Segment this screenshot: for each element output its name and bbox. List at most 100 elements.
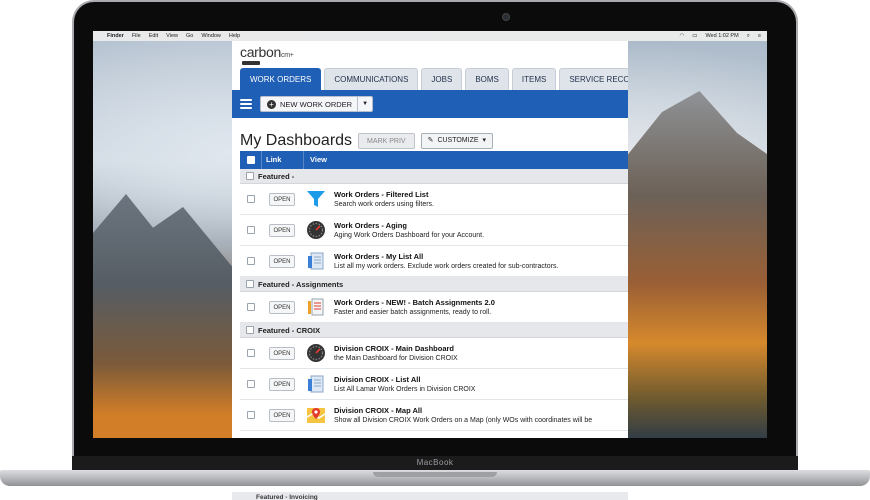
row-description: List All Lamar Work Orders in Division C… (334, 386, 476, 393)
search-icon[interactable]: ⌕ (747, 33, 750, 40)
table-row: OPEN Division CROIX - List All List All … (240, 369, 628, 400)
wifi-icon[interactable]: ◠ (679, 33, 684, 39)
customize-label: CUSTOMIZE (437, 137, 479, 144)
table-row: OPEN Division CROIX - Map All Show all D… (240, 400, 628, 431)
app-window: carboncm+ WORK ORDERS COMMUNICATIONS JOB… (232, 41, 628, 438)
row-link-cell: OPEN (261, 254, 303, 268)
row-title[interactable]: Work Orders - Filtered List (334, 190, 628, 199)
wallpaper-mountain-left (93, 194, 243, 438)
menubar-clock[interactable]: Wed 1:02 PM (705, 33, 738, 39)
tab-work-orders[interactable]: WORK ORDERS (240, 68, 322, 90)
tab-communications[interactable]: COMMUNICATIONS (324, 68, 419, 90)
group-title: Featured - (258, 171, 295, 181)
row-description: Faster and easier batch assignments, rea… (334, 309, 492, 316)
row-select-cell (240, 226, 261, 234)
main-tabs: WORK ORDERS COMMUNICATIONS JOBS BOMS ITE… (240, 68, 628, 90)
laptop-notch (373, 472, 497, 477)
table-row: OPEN Division CROIX - Main Dashboard the… (240, 338, 628, 369)
camera-icon (502, 13, 510, 21)
row-content: Division CROIX - Main Dashboard the Main… (334, 344, 628, 362)
group-checkbox[interactable] (246, 280, 254, 288)
tab-items[interactable]: ITEMS (511, 68, 557, 90)
device-brand-label: MacBook (416, 458, 454, 467)
group-header: Featured - Assignments (240, 277, 628, 292)
open-button[interactable]: OPEN (269, 300, 295, 314)
list-icon[interactable]: ≡ (758, 33, 761, 39)
row-select-cell (240, 303, 261, 311)
row-content: Work Orders - Aging Aging Work Orders Da… (334, 221, 628, 239)
chevron-down-icon[interactable]: ▼ (357, 97, 372, 111)
app-logo[interactable]: carboncm+ (240, 44, 294, 60)
table-row: OPEN Work Orders - Filtered List Search … (240, 184, 628, 215)
row-content: Work Orders - NEW! - Batch Assignments 2… (334, 298, 628, 316)
open-button[interactable]: OPEN (269, 192, 295, 206)
group-header: Featured - (240, 169, 628, 184)
logo-badge-icon (242, 61, 260, 65)
row-content: Division CROIX - Map All Show all Divisi… (334, 406, 628, 424)
filter-icon (303, 189, 329, 209)
row-checkbox[interactable] (246, 380, 255, 388)
table-row: OPEN Work Orders - NEW! - Batch Assignme… (240, 292, 628, 323)
row-select-cell (240, 195, 261, 203)
list-icon (303, 374, 329, 394)
row-checkbox[interactable] (246, 226, 255, 234)
menu-edit[interactable]: Edit (149, 33, 158, 39)
mark-priv-button[interactable]: MARK PRIV (358, 133, 415, 149)
row-checkbox[interactable] (246, 257, 255, 265)
row-title[interactable]: Work Orders - NEW! - Batch Assignments 2… (334, 298, 628, 307)
row-title[interactable]: Work Orders - My List All (334, 252, 628, 261)
page-title: My Dashboards (240, 132, 353, 149)
table-header: Link View (240, 151, 628, 169)
row-checkbox[interactable] (246, 303, 255, 311)
row-title[interactable]: Division CROIX - Main Dashboard (334, 344, 628, 353)
row-description: List all my work orders. Exclude work or… (334, 263, 559, 270)
menu-window[interactable]: Window (201, 33, 221, 39)
row-checkbox[interactable] (246, 349, 255, 357)
row-title[interactable]: Work Orders - Aging (334, 221, 628, 230)
customize-button[interactable]: ✎ CUSTOMIZE ▾ (420, 133, 494, 149)
group-checkbox[interactable] (246, 326, 254, 334)
tab-service-records[interactable]: SERVICE RECORDS (559, 68, 628, 90)
menu-help[interactable]: Help (229, 33, 240, 39)
mac-menubar: Finder File Edit View Go Window Help ◠ ▭… (93, 31, 767, 41)
column-header-view[interactable]: View (303, 151, 628, 169)
row-link-cell: OPEN (261, 346, 303, 360)
open-button[interactable]: OPEN (269, 346, 295, 360)
logo-suffix: cm+ (281, 52, 294, 59)
menu-go[interactable]: Go (186, 33, 193, 39)
tab-boms[interactable]: BOMS (465, 68, 509, 90)
row-link-cell: OPEN (261, 300, 303, 314)
open-button[interactable]: OPEN (269, 223, 295, 237)
new-work-order-button[interactable]: + NEW WORK ORDER ▼ (260, 96, 374, 112)
row-content: Division CROIX - List All List All Lamar… (334, 375, 628, 393)
row-content: Work Orders - My List All List all my wo… (334, 252, 628, 270)
open-button[interactable]: OPEN (269, 408, 295, 422)
list-icon (303, 251, 329, 271)
menu-view[interactable]: View (166, 33, 178, 39)
battery-icon[interactable]: ▭ (692, 33, 697, 39)
hamburger-menu-icon[interactable] (240, 99, 252, 109)
row-checkbox[interactable] (246, 411, 255, 419)
row-checkbox[interactable] (246, 195, 255, 203)
column-header-link[interactable]: Link (261, 151, 303, 169)
caret-down-icon: ▾ (482, 137, 487, 144)
row-link-cell: OPEN (261, 192, 303, 206)
menu-finder[interactable]: Finder (107, 33, 124, 39)
table-row: OPEN Work Orders - My List All List all … (240, 246, 628, 277)
open-button[interactable]: OPEN (269, 377, 295, 391)
open-button[interactable]: OPEN (269, 254, 295, 268)
dashboard-title-row: My Dashboards MARK PRIV ✎ CUSTOMIZE ▾ (240, 132, 494, 150)
row-select-cell (240, 349, 261, 357)
group-checkbox[interactable] (246, 172, 254, 180)
plus-icon: + (267, 99, 276, 109)
select-all-cell (240, 156, 261, 164)
row-title[interactable]: Division CROIX - List All (334, 375, 628, 384)
select-all-checkbox[interactable] (246, 156, 255, 164)
table-row: OPEN Work Orders - Aging Aging Work Orde… (240, 215, 628, 246)
row-description: Show all Division CROIX Work Orders on a… (334, 417, 593, 424)
menu-file[interactable]: File (132, 33, 141, 39)
tab-jobs[interactable]: JOBS (421, 68, 463, 90)
row-link-cell: OPEN (261, 408, 303, 422)
row-description: Search work orders using filters. (334, 201, 434, 208)
row-title[interactable]: Division CROIX - Map All (334, 406, 628, 415)
